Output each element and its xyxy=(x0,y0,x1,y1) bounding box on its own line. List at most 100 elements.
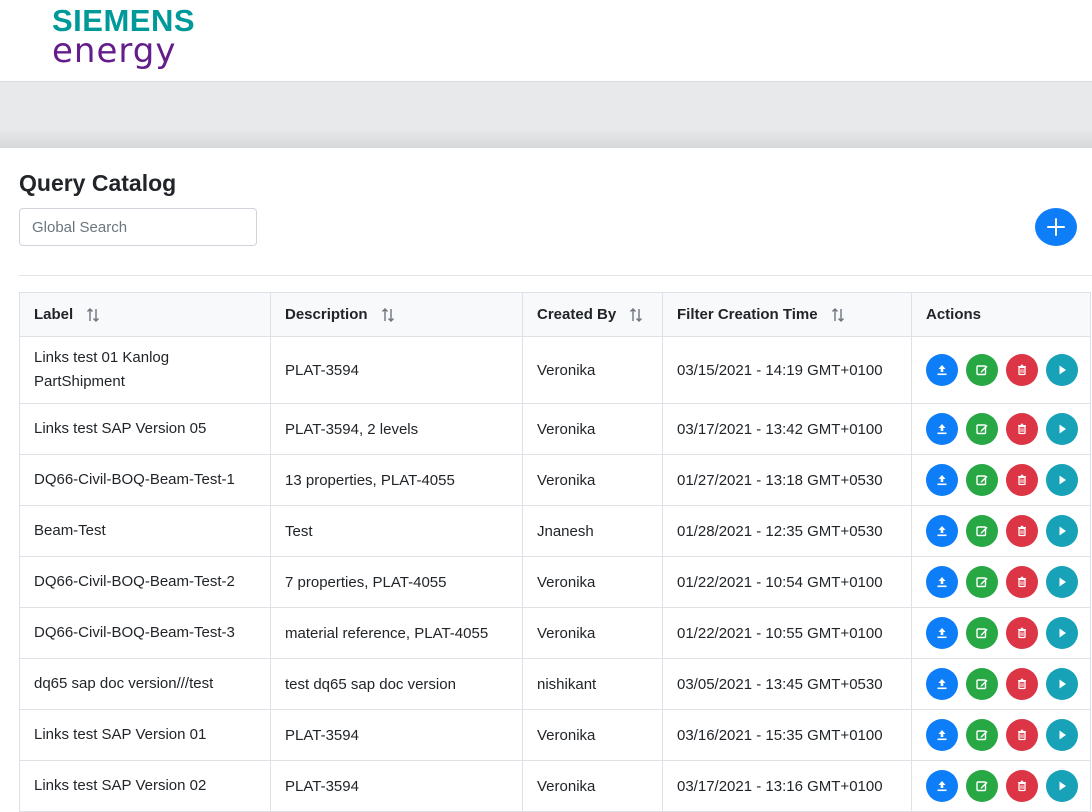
secondary-bar xyxy=(0,82,1092,148)
cell-label: DQ66-Civil-BOQ-Beam-Test-3 xyxy=(19,607,271,659)
delete-button[interactable] xyxy=(1006,668,1038,700)
edit-icon xyxy=(976,424,988,435)
edit-button[interactable] xyxy=(966,354,998,386)
edit-icon xyxy=(976,781,988,792)
upload-button[interactable] xyxy=(926,668,958,700)
upload-button[interactable] xyxy=(926,566,958,598)
cell-description: PLAT-3594, 2 levels xyxy=(270,403,523,455)
cell-creation-time: 01/22/2021 - 10:54 GMT+0100 xyxy=(662,556,912,608)
upload-button[interactable] xyxy=(926,413,958,445)
cell-created-by: Veronika xyxy=(522,336,663,404)
run-button[interactable] xyxy=(1046,515,1078,547)
column-header-label: Label xyxy=(34,305,74,323)
delete-button[interactable] xyxy=(1006,617,1038,649)
edit-button[interactable] xyxy=(966,413,998,445)
column-header-label: Actions xyxy=(926,306,982,323)
trash-icon xyxy=(1018,423,1026,435)
run-button[interactable] xyxy=(1046,354,1078,386)
sort-icon[interactable] xyxy=(380,307,396,323)
upload-icon xyxy=(937,475,947,486)
cell-label: DQ66-Civil-BOQ-Beam-Test-1 xyxy=(19,454,271,506)
upload-icon xyxy=(937,730,947,741)
play-icon xyxy=(1059,475,1066,485)
cell-actions xyxy=(911,505,1091,557)
upload-button[interactable] xyxy=(926,719,958,751)
edit-icon xyxy=(976,577,988,588)
edit-button[interactable] xyxy=(966,566,998,598)
table-row: DQ66-Civil-BOQ-Beam-Test-1 13 properties,… xyxy=(19,454,1091,506)
cell-label: Links test SAP Version 02 xyxy=(19,760,271,812)
sort-icon[interactable] xyxy=(830,307,846,323)
play-icon xyxy=(1059,679,1066,689)
run-button[interactable] xyxy=(1046,413,1078,445)
table-row: Beam-Test Test Jnanesh 01/28/2021 - 12:35 G… xyxy=(19,505,1091,557)
sort-icon[interactable] xyxy=(628,307,644,323)
run-button[interactable] xyxy=(1046,719,1078,751)
edit-button[interactable] xyxy=(966,515,998,547)
global-search-input[interactable] xyxy=(19,208,257,246)
edit-button[interactable] xyxy=(966,464,998,496)
play-icon xyxy=(1059,526,1066,536)
row-actions xyxy=(926,566,1090,598)
cell-actions xyxy=(911,403,1091,455)
divider xyxy=(19,275,1092,276)
delete-button[interactable] xyxy=(1006,464,1038,496)
table-body: Links test 01 Kanlog PartShipment PLAT-35… xyxy=(19,336,1091,812)
delete-button[interactable] xyxy=(1006,719,1038,751)
column-header-label: Created By xyxy=(537,305,617,323)
cell-description: 13 properties, PLAT-4055 xyxy=(270,454,523,506)
delete-button[interactable] xyxy=(1006,515,1038,547)
edit-icon xyxy=(976,526,988,537)
delete-button[interactable] xyxy=(1006,566,1038,598)
siemens-energy-logo[interactable]: SIEMENS energy xyxy=(52,5,195,71)
cell-label: Links test SAP Version 01 xyxy=(19,709,271,761)
upload-button[interactable] xyxy=(926,354,958,386)
run-button[interactable] xyxy=(1046,464,1078,496)
table-row: dq65 sap doc version///test test dq65 sap… xyxy=(19,658,1091,710)
delete-button[interactable] xyxy=(1006,354,1038,386)
run-button[interactable] xyxy=(1046,770,1078,802)
column-header[interactable]: Label xyxy=(19,292,271,337)
delete-button[interactable] xyxy=(1006,770,1038,802)
delete-button[interactable] xyxy=(1006,413,1038,445)
cell-label: dq65 sap doc version///test xyxy=(19,658,271,710)
table-row: DQ66-Civil-BOQ-Beam-Test-2 7 properties, … xyxy=(19,556,1091,608)
row-actions xyxy=(926,617,1090,649)
column-header[interactable]: Filter Creation Time xyxy=(662,292,912,337)
upload-button[interactable] xyxy=(926,464,958,496)
column-header[interactable]: Description xyxy=(270,292,523,337)
upload-button[interactable] xyxy=(926,515,958,547)
play-icon xyxy=(1059,424,1066,434)
run-button[interactable] xyxy=(1046,566,1078,598)
upload-button[interactable] xyxy=(926,617,958,649)
play-icon xyxy=(1059,628,1066,638)
edit-icon xyxy=(976,679,988,690)
trash-icon xyxy=(1018,525,1026,537)
cell-actions xyxy=(911,336,1091,404)
edit-button[interactable] xyxy=(966,668,998,700)
upload-button[interactable] xyxy=(926,770,958,802)
cell-description: 7 properties, PLAT-4055 xyxy=(270,556,523,608)
cell-description: Test xyxy=(270,505,523,557)
logo-text-energy: energy xyxy=(52,31,177,71)
row-actions xyxy=(926,668,1090,700)
edit-button[interactable] xyxy=(966,719,998,751)
edit-button[interactable] xyxy=(966,617,998,649)
row-actions xyxy=(926,719,1090,751)
edit-button[interactable] xyxy=(966,770,998,802)
cell-actions xyxy=(911,709,1091,761)
cell-created-by: Veronika xyxy=(522,454,663,506)
cell-created-by: nishikant xyxy=(522,658,663,710)
cell-actions xyxy=(911,607,1091,659)
column-header[interactable]: Created By xyxy=(522,292,663,337)
run-button[interactable] xyxy=(1046,668,1078,700)
cell-description: PLAT-3594 xyxy=(270,336,523,404)
add-query-button[interactable] xyxy=(1035,208,1077,246)
cell-created-by: Veronika xyxy=(522,760,663,812)
table-row: DQ66-Civil-BOQ-Beam-Test-3 material refer… xyxy=(19,607,1091,659)
column-header-label: Filter Creation Time xyxy=(677,305,818,323)
cell-description: PLAT-3594 xyxy=(270,760,523,812)
run-button[interactable] xyxy=(1046,617,1078,649)
upload-icon xyxy=(937,679,947,690)
sort-icon[interactable] xyxy=(85,307,101,323)
